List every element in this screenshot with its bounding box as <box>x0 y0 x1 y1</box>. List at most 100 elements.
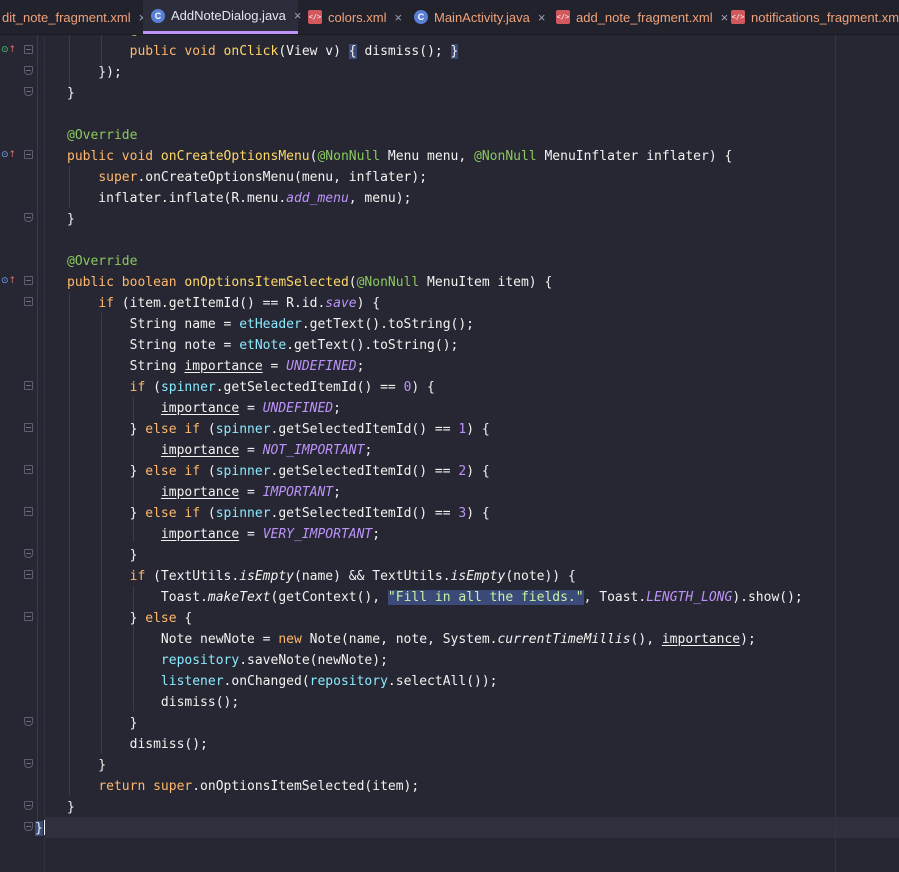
code-line[interactable]: Toast.makeText(getContext(), "Fill in al… <box>67 587 803 608</box>
code-line[interactable]: repository.saveNote(newNote); <box>67 650 388 671</box>
code-token: ; <box>333 401 341 416</box>
code-line[interactable]: dismiss(); <box>67 692 239 713</box>
code-line[interactable]: } <box>35 818 45 839</box>
code-line[interactable]: @Override <box>67 251 137 272</box>
code-token: ) { <box>466 422 490 437</box>
code-token: repository <box>309 674 388 689</box>
code-line[interactable]: Note newNote = new Note(name, note, Syst… <box>67 629 756 650</box>
code-token: ) { <box>466 464 490 479</box>
close-icon[interactable]: × <box>538 10 546 25</box>
fold-toggle-icon[interactable] <box>24 381 33 390</box>
code-token: onOptionsItemSelected <box>184 275 349 290</box>
tab-main-activity-java[interactable]: C MainActivity.java × <box>406 0 546 34</box>
code-token: MenuInflater inflater) { <box>536 149 733 164</box>
code-line[interactable]: public void onCreateOptionsMenu(@NonNull… <box>67 146 732 167</box>
fold-toggle-icon[interactable] <box>24 822 33 831</box>
code-line[interactable]: } <box>67 713 138 734</box>
close-icon[interactable]: × <box>395 10 403 25</box>
fold-toggle-icon[interactable] <box>24 276 33 285</box>
code-line[interactable]: @Override <box>67 125 137 146</box>
tab-label: notifications_fragment.xml <box>751 9 899 25</box>
code-token: spinner <box>215 464 271 479</box>
code-token: ) { <box>466 506 490 521</box>
override-method-icon[interactable]: ⊙↑ <box>1 276 16 286</box>
tab-label: dit_note_fragment.xml <box>2 9 131 25</box>
tab-add-note-dialog-java[interactable]: C AddNoteDialog.java × <box>143 0 302 34</box>
code-line[interactable]: dismiss(); <box>67 734 208 755</box>
code-token: .getSelectedItemId() == <box>215 380 404 395</box>
code-line[interactable]: String name = etHeader.getText().toStrin… <box>67 314 474 335</box>
code-line[interactable]: }); <box>67 62 122 83</box>
tab-notifications-fragment-xml[interactable]: </> notifications_fragment.xml <box>725 0 899 34</box>
code-line[interactable]: } else if (spinner.getSelectedItemId() =… <box>67 503 490 524</box>
code-line[interactable]: } <box>67 209 75 230</box>
code-token: return super <box>98 779 193 794</box>
code-line[interactable]: if (spinner.getSelectedItemId() == 0) { <box>67 377 435 398</box>
editor-gutter[interactable] <box>0 35 45 872</box>
code-line[interactable]: } else { <box>67 608 193 629</box>
code-line[interactable]: inflater.inflate(R.menu.add_menu, menu); <box>67 188 411 209</box>
fold-toggle-icon[interactable] <box>24 87 33 96</box>
code-token: ).show(); <box>732 590 803 605</box>
code-token: ( <box>207 506 216 521</box>
code-token: public void <box>129 44 224 59</box>
code-token: Toast. <box>67 590 208 605</box>
fold-toggle-icon[interactable] <box>24 297 33 306</box>
code-line[interactable]: super.onCreateOptionsMenu(menu, inflater… <box>67 167 427 188</box>
fold-toggle-icon[interactable] <box>24 423 33 432</box>
code-line[interactable]: String note = etNote.getText().toString(… <box>67 335 459 356</box>
fold-toggle-icon[interactable] <box>24 759 33 768</box>
code-token: }); <box>67 65 122 80</box>
code-token: .getSelectedItemId() == <box>270 464 459 479</box>
code-line[interactable]: importance = NOT_IMPORTANT; <box>67 440 372 461</box>
fold-toggle-icon[interactable] <box>24 612 33 621</box>
tab-colors-xml[interactable]: </> colors.xml × <box>300 0 404 34</box>
code-line[interactable]: } <box>67 797 75 818</box>
code-line[interactable]: importance = IMPORTANT; <box>67 482 341 503</box>
code-line[interactable]: } else if (spinner.getSelectedItemId() =… <box>67 419 490 440</box>
fold-toggle-icon[interactable] <box>24 465 33 474</box>
code-token: dismiss(); <box>356 44 451 59</box>
fold-toggle-icon[interactable] <box>24 213 33 222</box>
code-line[interactable]: if (item.getItemId() == R.id.save) { <box>67 293 380 314</box>
code-token: } <box>67 506 146 521</box>
code-line[interactable]: return super.onOptionsItemSelected(item)… <box>67 776 419 797</box>
fold-toggle-icon[interactable] <box>24 570 33 579</box>
code-line[interactable]: importance = UNDEFINED; <box>67 398 341 419</box>
code-line[interactable]: String importance = UNDEFINED; <box>67 356 365 377</box>
fold-toggle-icon[interactable] <box>24 549 33 558</box>
code-token: makeText <box>207 590 271 605</box>
code-line[interactable]: listener.onChanged(repository.selectAll(… <box>67 671 498 692</box>
code-token: importance <box>160 527 240 542</box>
text-caret <box>43 820 45 835</box>
fold-toggle-icon[interactable] <box>24 45 33 54</box>
code-editor[interactable]: ⊙↑ ⊙↑ ⊙↑ @Override public void onClick(V… <box>0 35 899 872</box>
code-token: importance <box>160 485 240 500</box>
code-token: etHeader <box>239 317 302 332</box>
fold-toggle-icon[interactable] <box>24 717 33 726</box>
code-line[interactable]: public void onClick(View v) { dismiss();… <box>67 41 459 62</box>
code-token: , Toast. <box>583 590 647 605</box>
code-line[interactable]: importance = VERY_IMPORTANT; <box>67 524 380 545</box>
code-line[interactable]: } else if (spinner.getSelectedItemId() =… <box>67 461 490 482</box>
fold-toggle-icon[interactable] <box>24 150 33 159</box>
fold-toggle-icon[interactable] <box>24 801 33 810</box>
code-line[interactable]: } <box>67 545 138 566</box>
code-token: = <box>239 527 263 542</box>
fold-toggle-icon[interactable] <box>24 66 33 75</box>
code-line[interactable]: } <box>67 83 75 104</box>
code-token: (View v) <box>278 44 349 59</box>
override-method-icon[interactable]: ⊙↑ <box>1 45 16 55</box>
fold-toggle-icon[interactable] <box>24 507 33 516</box>
code-line[interactable]: if (TextUtils.isEmpty(name) && TextUtils… <box>67 566 576 587</box>
code-token: ( <box>207 464 216 479</box>
code-line[interactable]: } <box>67 755 106 776</box>
code-token: super <box>98 170 138 185</box>
code-token: } <box>67 212 75 227</box>
code-line[interactable]: public boolean onOptionsItemSelected(@No… <box>67 272 552 293</box>
override-method-icon[interactable]: ⊙↑ <box>1 150 16 160</box>
tab-add-note-fragment-xml[interactable]: </> add_note_fragment.xml × <box>548 0 728 34</box>
tab-edit-note-fragment-xml[interactable]: dit_note_fragment.xml × <box>0 0 146 34</box>
